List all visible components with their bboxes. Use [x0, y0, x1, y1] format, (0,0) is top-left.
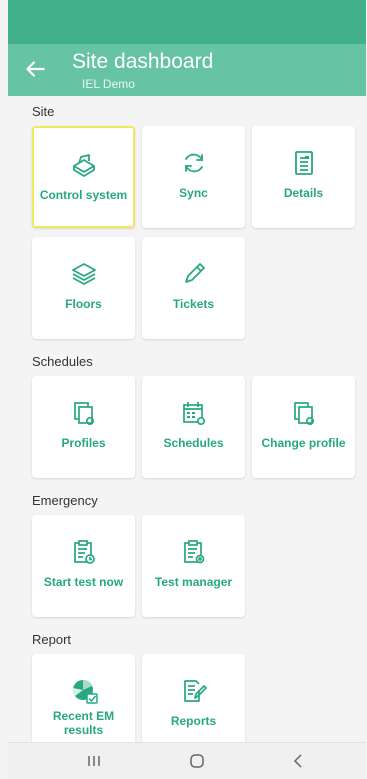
tile-label: Recent EM results	[52, 709, 115, 737]
tile-label: Change profile	[261, 436, 346, 450]
tile-label: Tickets	[172, 297, 215, 311]
recent-apps-icon[interactable]	[84, 751, 104, 771]
change-profile-icon	[289, 398, 319, 428]
back-nav-icon[interactable]	[289, 751, 309, 771]
tile-label: Profiles	[61, 436, 106, 450]
tile-schedules[interactable]: Schedules	[142, 376, 245, 478]
details-icon	[289, 148, 319, 178]
tile-tickets[interactable]: Tickets	[142, 237, 245, 339]
home-icon[interactable]	[187, 751, 207, 771]
tile-reports[interactable]: Reports	[142, 654, 245, 742]
tile-start-test-now[interactable]: Start test now	[32, 515, 135, 617]
page-title: Site dashboard	[72, 50, 214, 73]
section-site-label: Site	[32, 104, 55, 119]
tile-label: Reports	[170, 714, 217, 728]
section-emergency-label: Emergency	[32, 493, 98, 508]
tile-label: Control system	[39, 188, 128, 202]
sync-icon	[179, 148, 209, 178]
section-report-label: Report	[32, 632, 72, 647]
calendar-icon	[179, 398, 209, 428]
system-nav-bar	[8, 742, 366, 779]
tile-label: Schedules	[163, 436, 224, 450]
tile-control-system[interactable]: Control system	[32, 126, 135, 228]
tile-sync[interactable]: Sync	[142, 126, 245, 228]
back-arrow-icon[interactable]	[22, 56, 48, 82]
tile-floors[interactable]: Floors	[32, 237, 135, 339]
tile-recent-em-results[interactable]: Recent EM results	[32, 654, 135, 742]
pencil-icon	[179, 259, 209, 289]
recent-results-icon	[69, 676, 99, 706]
tile-label: Sync	[179, 186, 208, 200]
report-edit-icon	[179, 676, 209, 706]
site-name: IEL Demo	[82, 77, 135, 91]
tile-change-profile[interactable]: Change profile	[252, 376, 355, 478]
status-bar	[8, 0, 366, 44]
dashboard-content[interactable]: Site Control system Sync Details Floors …	[8, 96, 366, 742]
section-schedules-label: Schedules	[32, 354, 93, 369]
tile-label: Details	[283, 186, 324, 200]
tile-label: Test manager	[154, 575, 233, 589]
app-bar: Site dashboard IEL Demo	[8, 44, 366, 96]
control-system-icon	[69, 150, 99, 180]
tile-label: Start test now	[43, 575, 124, 589]
tile-details[interactable]: Details	[252, 126, 355, 228]
tile-label: Floors	[65, 297, 102, 311]
clipboard-gear-icon	[179, 537, 209, 567]
clipboard-clock-icon	[69, 537, 99, 567]
tile-profiles[interactable]: Profiles	[32, 376, 135, 478]
profiles-icon	[69, 398, 99, 428]
floors-icon	[69, 259, 99, 289]
tile-test-manager[interactable]: Test manager	[142, 515, 245, 617]
